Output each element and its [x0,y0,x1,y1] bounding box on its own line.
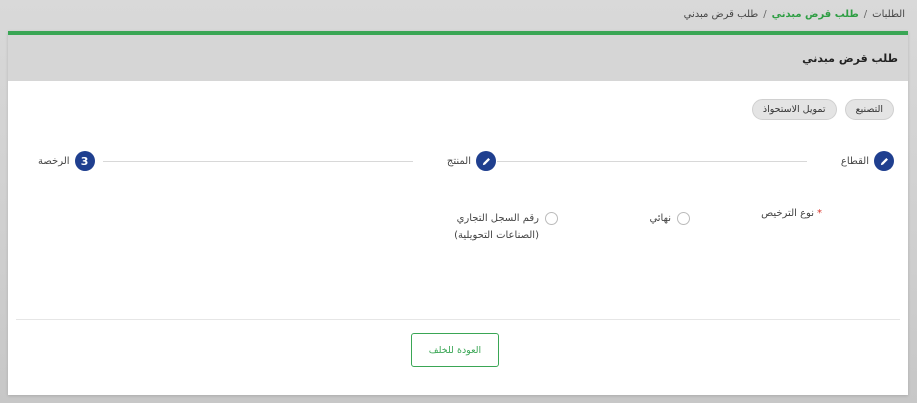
stepper-line [103,161,413,162]
stepper: القطاع المنتج 3 الرخصة [8,149,908,173]
required-marker: * [817,208,822,219]
radio-button[interactable] [545,212,558,225]
pencil-icon [476,151,496,171]
breadcrumb-current: طلب قرض مبدني [683,9,759,20]
radio-final[interactable]: نهائي [649,210,690,227]
step-label: القطاع [840,155,869,167]
back-button[interactable]: العودة للخلف [411,333,499,367]
radio-label-line: (الصناعات التحويلية) [454,230,539,241]
step-label: المنتج [446,155,471,167]
breadcrumb-separator: / [863,9,868,20]
category-chips: التصنيع تمويل الاستحواذ [751,99,894,120]
step-sector[interactable]: القطاع [841,151,894,171]
stepper-line [497,161,807,162]
radio-label-line: رقم السجل التجاري [456,213,539,224]
step-label: الرخصة [38,155,70,167]
license-type-label: *نوع الترخيص [761,208,822,219]
breadcrumb-root[interactable]: الطلبات [872,9,905,20]
page-title: طلب قرض مبدني [802,51,898,65]
license-type-label-text: نوع الترخيص [761,208,814,219]
step-product[interactable]: المنتج [447,151,496,171]
radio-commercial-register[interactable]: رقم السجل التجاري (الصناعات التحويلية) [454,210,558,244]
radio-button[interactable] [677,212,690,225]
radio-label: نهائي [649,213,671,224]
step-number: 3 [74,151,95,171]
card-header: طلب قرض مبدني [8,35,908,81]
step-license[interactable]: 3 الرخصة [38,151,95,171]
breadcrumb: الطلبات / طلب قرض مبدني / طلب قرض مبدني [684,9,905,20]
radio-label: رقم السجل التجاري (الصناعات التحويلية) [454,210,539,244]
divider [16,319,900,320]
chip-manufacturing[interactable]: التصنيع [844,99,894,120]
loan-request-card: طلب قرض مبدني التصنيع تمويل الاستحواذ ال… [8,31,908,395]
breadcrumb-active[interactable]: طلب قرض مبدني [772,9,859,20]
chip-acquisition-financing[interactable]: تمويل الاستحواذ [751,99,837,120]
breadcrumb-separator: / [763,9,767,20]
pencil-icon [874,151,894,171]
